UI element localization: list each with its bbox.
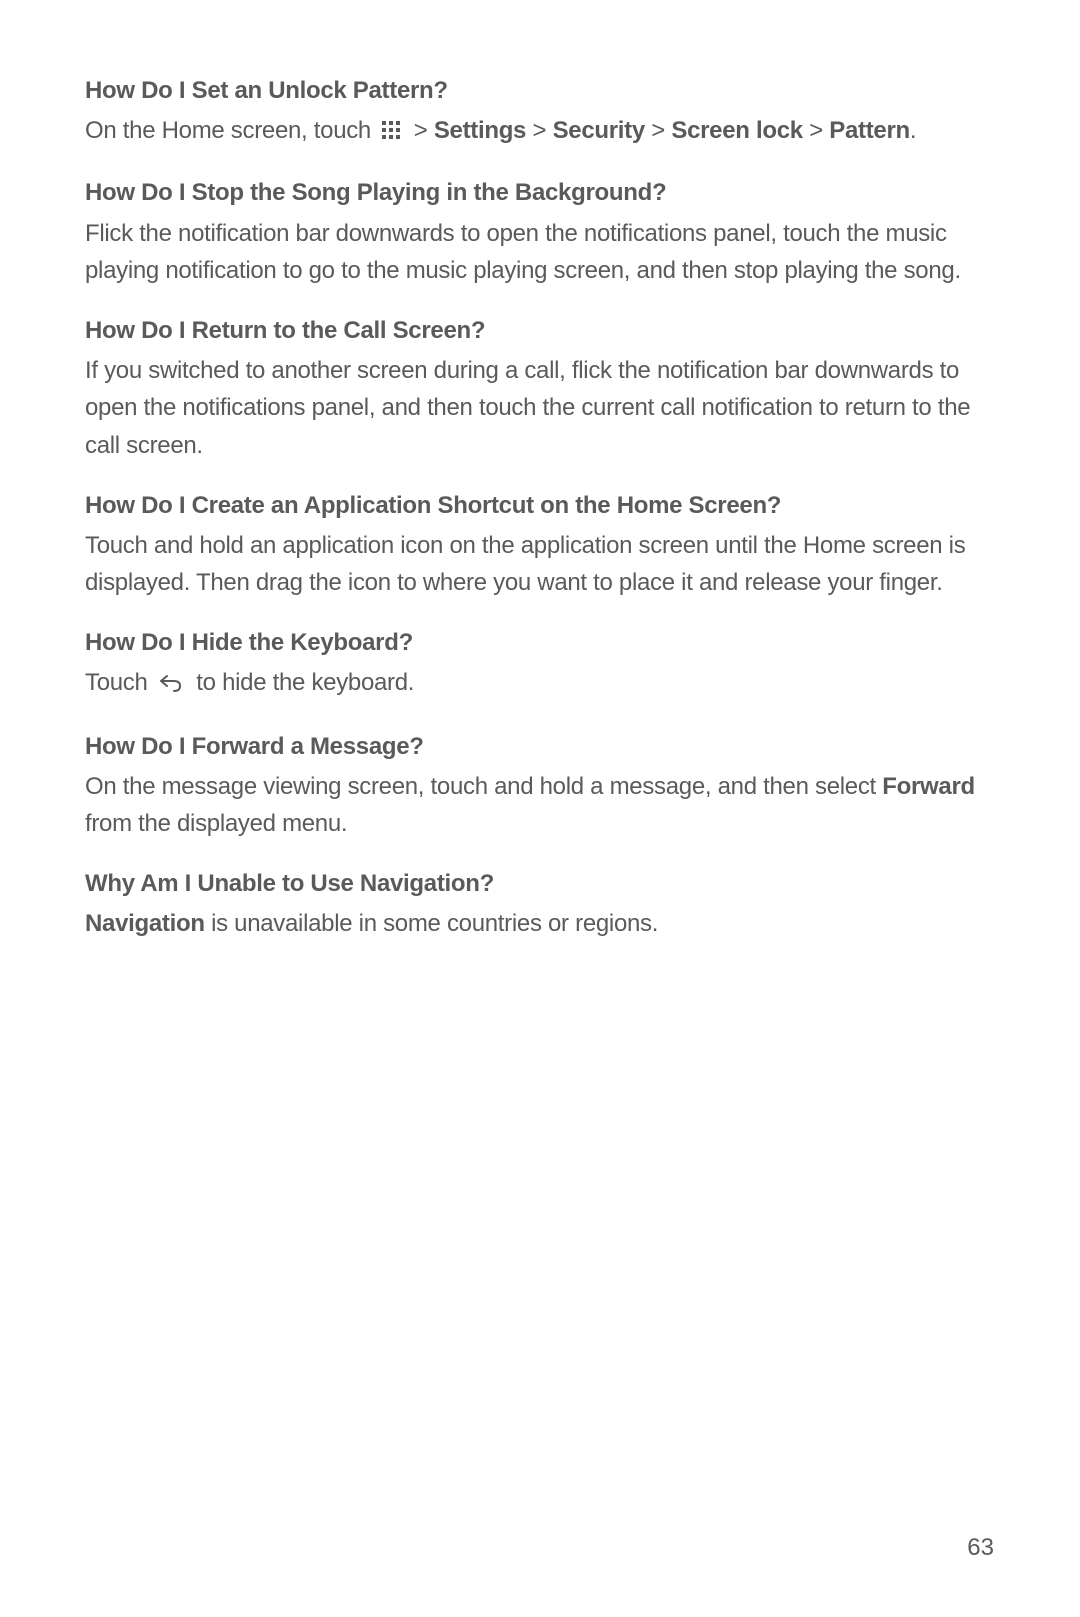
text-fragment: > <box>414 117 434 144</box>
text-fragment: > <box>532 117 552 144</box>
path-settings: Settings <box>434 117 526 144</box>
faq-body-stop-song: Flick the notification bar downwards to … <box>85 215 995 289</box>
menu-forward: Forward <box>882 773 975 800</box>
faq-body-call-screen: If you switched to another screen during… <box>85 352 995 464</box>
page-number: 63 <box>967 1534 994 1562</box>
term-navigation: Navigation <box>85 910 205 937</box>
path-screen-lock: Screen lock <box>671 117 802 144</box>
back-icon <box>158 667 184 704</box>
path-pattern: Pattern <box>829 117 910 144</box>
text-fragment: > <box>809 117 829 144</box>
apps-grid-icon <box>381 114 401 151</box>
faq-body-hide-keyboard: Touch to hide the keyboard. <box>85 664 995 704</box>
text-fragment: On the Home screen, touch <box>85 117 377 144</box>
page-content: How Do I Set an Unlock Pattern? On the H… <box>85 75 995 943</box>
faq-body-forward-message: On the message viewing screen, touch and… <box>85 768 995 842</box>
text-fragment: On the message viewing screen, touch and… <box>85 773 882 800</box>
faq-heading-hide-keyboard: How Do I Hide the Keyboard? <box>85 627 995 658</box>
text-fragment: . <box>910 117 916 144</box>
path-security: Security <box>553 117 645 144</box>
faq-heading-app-shortcut: How Do I Create an Application Shortcut … <box>85 490 995 521</box>
text-fragment: > <box>651 117 671 144</box>
faq-body-navigation: Navigation is unavailable in some countr… <box>85 905 995 942</box>
text-fragment: to hide the keyboard. <box>196 669 414 696</box>
text-fragment: Touch <box>85 669 154 696</box>
text-fragment: from the displayed menu. <box>85 810 347 837</box>
faq-heading-navigation: Why Am I Unable to Use Navigation? <box>85 868 995 899</box>
faq-heading-forward-message: How Do I Forward a Message? <box>85 731 995 762</box>
faq-heading-call-screen: How Do I Return to the Call Screen? <box>85 315 995 346</box>
faq-body-app-shortcut: Touch and hold an application icon on th… <box>85 527 995 601</box>
faq-heading-stop-song: How Do I Stop the Song Playing in the Ba… <box>85 177 995 208</box>
faq-heading-unlock-pattern: How Do I Set an Unlock Pattern? <box>85 75 995 106</box>
faq-body-unlock-pattern: On the Home screen, touch > Settings > S… <box>85 112 995 151</box>
text-fragment: is unavailable in some countries or regi… <box>211 910 658 937</box>
